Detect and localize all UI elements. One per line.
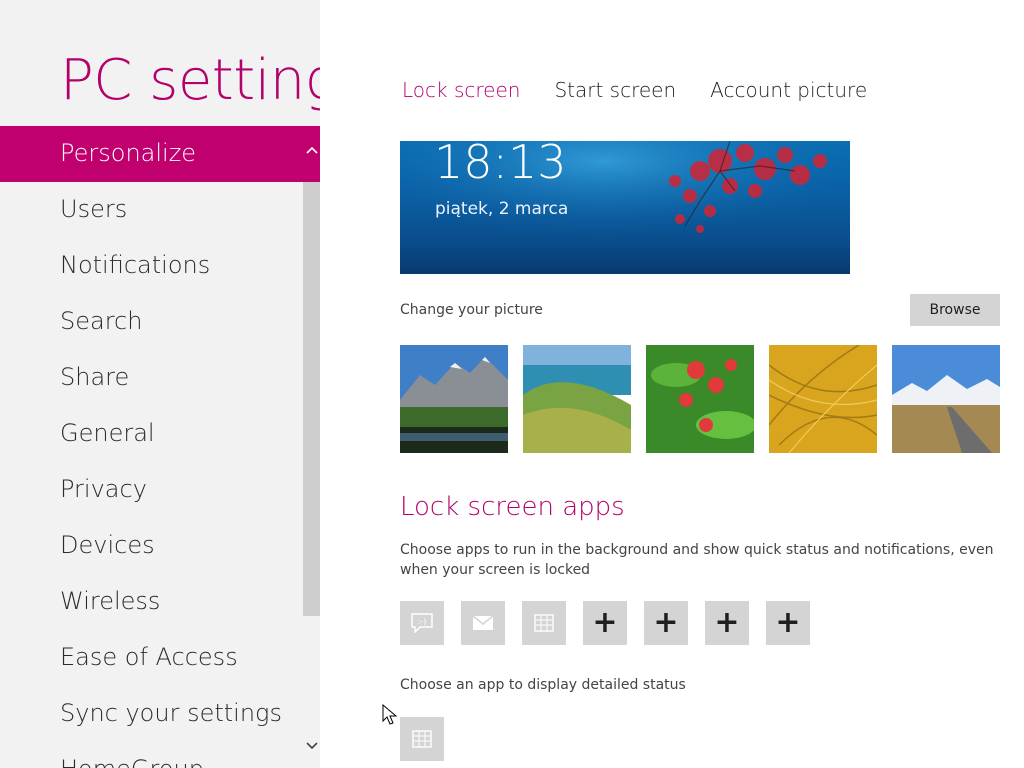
nav-item-devices[interactable]: Devices xyxy=(0,518,303,574)
lock-screen-apps-description: Choose apps to run in the background and… xyxy=(400,542,994,578)
thumbnail-mountain-lake[interactable] xyxy=(400,345,508,453)
nav-list: Personalize Users Notifications Search S… xyxy=(0,126,320,768)
mouse-pointer-icon xyxy=(382,703,398,730)
plus-icon: + xyxy=(653,605,679,640)
tab-lock-screen[interactable]: Lock screen xyxy=(402,78,520,102)
mail-icon xyxy=(472,615,494,630)
app-title: PC settings xyxy=(60,48,320,113)
thumbnail-coastal-hills[interactable] xyxy=(523,345,631,453)
nav-item-privacy[interactable]: Privacy xyxy=(0,462,303,518)
nav-item-share[interactable]: Share xyxy=(0,350,303,406)
add-lock-app-button-2[interactable]: + xyxy=(644,601,688,645)
detailed-status-label: Choose an app to display detailed status xyxy=(400,677,686,693)
plus-icon: + xyxy=(592,605,618,640)
lock-app-slot-calendar[interactable] xyxy=(522,601,566,645)
lock-app-slot-mail[interactable] xyxy=(461,601,505,645)
preview-clock: 18:13 xyxy=(434,141,567,189)
lock-screen-apps-heading: Lock screen apps xyxy=(400,492,625,522)
browse-button[interactable]: Browse xyxy=(910,294,1000,326)
add-lock-app-button-1[interactable]: + xyxy=(583,601,627,645)
scroll-up-arrow-icon[interactable] xyxy=(303,126,320,182)
add-lock-app-button-4[interactable]: + xyxy=(766,601,810,645)
change-picture-label: Change your picture xyxy=(400,302,543,318)
preview-date: piątek, 2 marca xyxy=(435,199,569,219)
thumbnail-red-flowers[interactable] xyxy=(646,345,754,453)
nav-item-search[interactable]: Search xyxy=(0,294,303,350)
calendar-icon xyxy=(534,614,554,632)
add-lock-app-button-3[interactable]: + xyxy=(705,601,749,645)
nav-item-homegroup[interactable]: HomeGroup xyxy=(0,742,303,768)
nav-item-ease-of-access[interactable]: Ease of Access xyxy=(0,630,303,686)
nav-item-general[interactable]: General xyxy=(0,406,303,462)
messaging-icon: :-) xyxy=(411,613,433,633)
calendar-icon xyxy=(412,730,432,748)
plus-icon: + xyxy=(775,605,801,640)
nav-item-sync-your-settings[interactable]: Sync your settings xyxy=(0,686,303,742)
scroll-down-arrow-icon[interactable] xyxy=(303,732,320,760)
thumbnail-golden-grass[interactable] xyxy=(769,345,877,453)
nav-item-wireless[interactable]: Wireless xyxy=(0,574,303,630)
plus-icon: + xyxy=(714,605,740,640)
navigation-pane: PC settings Personalize Users Notificati… xyxy=(0,0,320,768)
tab-start-screen[interactable]: Start screen xyxy=(554,78,676,102)
nav-item-users[interactable]: Users xyxy=(0,182,303,238)
thumbnail-mountain-road[interactable] xyxy=(892,345,1000,453)
detailed-status-app-slot[interactable] xyxy=(400,717,444,761)
nav-item-notifications[interactable]: Notifications xyxy=(0,238,303,294)
lock-app-slot-messaging[interactable]: :-) xyxy=(400,601,444,645)
nav-scrollbar[interactable] xyxy=(303,126,320,768)
nav-item-personalize[interactable]: Personalize xyxy=(0,126,320,182)
lock-screen-preview: 18:13 piątek, 2 marca xyxy=(400,141,850,274)
settings-tabs: Lock screen Start screen Account picture xyxy=(402,78,901,102)
tab-account-picture[interactable]: Account picture xyxy=(710,78,867,102)
scroll-thumb[interactable] xyxy=(303,182,320,616)
svg-text::-): :-) xyxy=(418,617,427,626)
